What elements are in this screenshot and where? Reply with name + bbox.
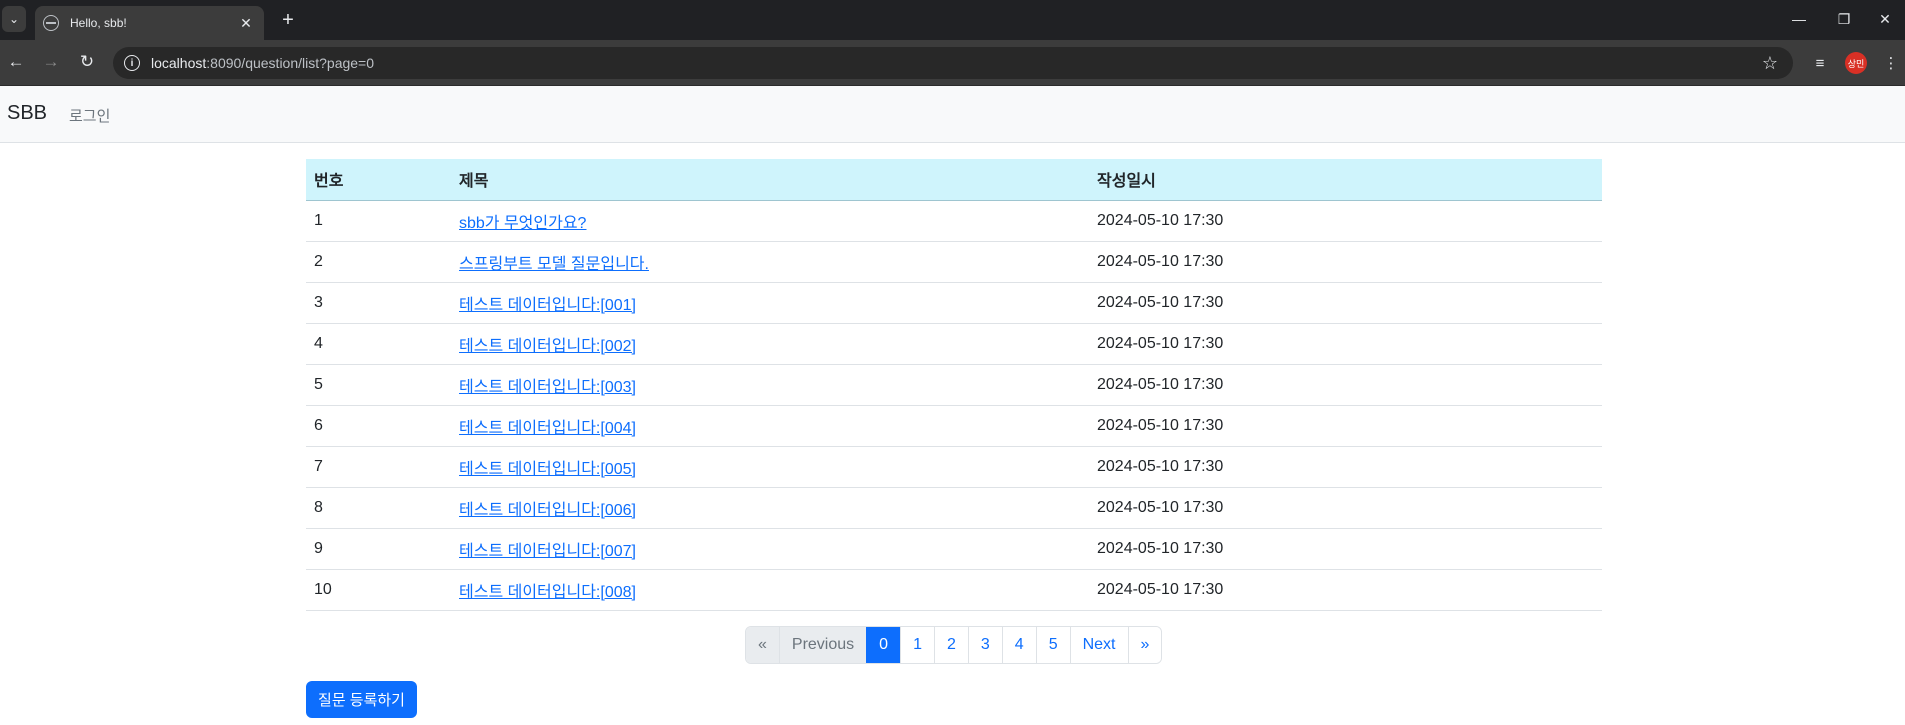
table-row: 10 테스트 데이터입니다:[008] 2024-05-10 17:30 xyxy=(306,569,1602,610)
table-row: 4 테스트 데이터입니다:[002] 2024-05-10 17:30 xyxy=(306,323,1602,364)
row-subject-cell: 테스트 데이터입니다:[004] xyxy=(451,405,1089,446)
site-info-icon[interactable]: i xyxy=(124,55,140,71)
question-link[interactable]: 테스트 데이터입니다:[007] xyxy=(459,543,636,560)
page-previous-button[interactable]: Previous xyxy=(778,627,867,663)
row-subject-cell: sbb가 무엇인가요? xyxy=(451,200,1089,241)
row-date: 2024-05-10 17:30 xyxy=(1097,539,1224,557)
reload-icon[interactable]: ↻ xyxy=(73,50,101,74)
page-2-button[interactable]: 2 xyxy=(933,627,968,663)
row-date: 2024-05-10 17:30 xyxy=(1097,416,1224,434)
row-date: 2024-05-10 17:30 xyxy=(1097,211,1224,229)
table-row: 7 테스트 데이터입니다:[005] 2024-05-10 17:30 xyxy=(306,446,1602,487)
row-number: 7 xyxy=(314,457,323,475)
browser-tabstrip: ⌄ Hello, sbb! ✕ + — ❐ ✕ xyxy=(0,0,1905,40)
tab-title: Hello, sbb! xyxy=(70,16,127,30)
page-5-button[interactable]: 5 xyxy=(1035,627,1070,663)
page-last-button[interactable]: » xyxy=(1127,627,1162,663)
table-row: 2 스프링부트 모델 질문입니다. 2024-05-10 17:30 xyxy=(306,241,1602,282)
table-header-row: 번호 제목 작성일시 xyxy=(306,159,1602,201)
page-3-button[interactable]: 3 xyxy=(967,627,1002,663)
url-text[interactable]: localhost:8090/question/list?page=0 xyxy=(151,55,1755,71)
question-table: 번호 제목 작성일시 1 sbb가 무엇인가요? 2024-05-10 17:3… xyxy=(306,159,1602,611)
table-row: 6 테스트 데이터입니다:[004] 2024-05-10 17:30 xyxy=(306,405,1602,446)
more-menu-icon[interactable]: ⋮ xyxy=(1880,52,1902,74)
window-close-icon[interactable]: ✕ xyxy=(1865,6,1905,32)
brand-link[interactable]: SBB xyxy=(7,102,47,125)
row-subject-cell: 테스트 데이터입니다:[003] xyxy=(451,364,1089,405)
navbar: SBB 로그인 xyxy=(0,86,1905,143)
question-link[interactable]: 테스트 데이터입니다:[005] xyxy=(459,461,636,478)
restore-icon[interactable]: ❐ xyxy=(1824,6,1864,32)
minimize-icon[interactable]: — xyxy=(1779,6,1819,32)
row-date: 2024-05-10 17:30 xyxy=(1097,580,1224,598)
row-subject-cell: 테스트 데이터입니다:[002] xyxy=(451,323,1089,364)
row-number: 10 xyxy=(314,580,332,598)
question-link[interactable]: 테스트 데이터입니다:[002] xyxy=(459,338,636,355)
new-tab-icon[interactable]: + xyxy=(276,8,300,32)
bookmark-star-icon[interactable]: ☆ xyxy=(1755,53,1785,74)
row-date: 2024-05-10 17:30 xyxy=(1097,293,1224,311)
question-link[interactable]: 테스트 데이터입니다:[008] xyxy=(459,584,636,601)
table-row: 1 sbb가 무엇인가요? 2024-05-10 17:30 xyxy=(306,200,1602,241)
browser-tab[interactable]: Hello, sbb! ✕ xyxy=(35,6,264,40)
table-row: 3 테스트 데이터입니다:[001] 2024-05-10 17:30 xyxy=(306,282,1602,323)
back-arrow-icon[interactable]: ← xyxy=(2,50,30,74)
browser-toolbar: ← → ↻ i localhost:8090/question/list?pag… xyxy=(0,40,1905,86)
header-created-date: 작성일시 xyxy=(1089,159,1602,201)
question-link[interactable]: 테스트 데이터입니다:[006] xyxy=(459,502,636,519)
header-number: 번호 xyxy=(306,159,451,201)
row-number: 2 xyxy=(314,252,323,270)
question-link[interactable]: 테스트 데이터입니다:[003] xyxy=(459,379,636,396)
question-link[interactable]: 테스트 데이터입니다:[001] xyxy=(459,297,636,314)
row-number: 8 xyxy=(314,498,323,516)
row-date: 2024-05-10 17:30 xyxy=(1097,252,1224,270)
row-number: 3 xyxy=(314,293,323,311)
row-number: 1 xyxy=(314,211,323,229)
question-link[interactable]: sbb가 무엇인가요? xyxy=(459,215,586,232)
tab-search-chevron-icon[interactable]: ⌄ xyxy=(2,6,26,32)
page-next-button[interactable]: Next xyxy=(1069,627,1128,663)
create-question-button[interactable]: 질문 등록하기 xyxy=(306,681,417,718)
forward-arrow-icon[interactable]: → xyxy=(37,50,65,74)
table-row: 8 테스트 데이터입니다:[006] 2024-05-10 17:30 xyxy=(306,487,1602,528)
row-number: 6 xyxy=(314,416,323,434)
page-4-button[interactable]: 4 xyxy=(1001,627,1036,663)
address-bar[interactable]: i localhost:8090/question/list?page=0 ☆ xyxy=(113,47,1793,79)
row-subject-cell: 테스트 데이터입니다:[005] xyxy=(451,446,1089,487)
globe-icon xyxy=(43,15,59,31)
row-number: 9 xyxy=(314,539,323,557)
table-row: 9 테스트 데이터입니다:[007] 2024-05-10 17:30 xyxy=(306,528,1602,569)
row-subject-cell: 스프링부트 모델 질문입니다. xyxy=(451,241,1089,282)
row-date: 2024-05-10 17:30 xyxy=(1097,457,1224,475)
row-number: 5 xyxy=(314,375,323,393)
row-date: 2024-05-10 17:30 xyxy=(1097,498,1224,516)
close-icon[interactable]: ✕ xyxy=(236,13,256,33)
profile-avatar[interactable]: 상민 xyxy=(1845,52,1867,74)
page-1-button[interactable]: 1 xyxy=(900,627,934,663)
row-subject-cell: 테스트 데이터입니다:[001] xyxy=(451,282,1089,323)
pagination: « Previous 0 1 2 3 4 5 Next » xyxy=(745,626,1163,664)
page-first-button[interactable]: « xyxy=(746,627,779,663)
table-row: 5 테스트 데이터입니다:[003] 2024-05-10 17:30 xyxy=(306,364,1602,405)
row-subject-cell: 테스트 데이터입니다:[008] xyxy=(451,569,1089,610)
question-table-container: 번호 제목 작성일시 1 sbb가 무엇인가요? 2024-05-10 17:3… xyxy=(306,159,1602,611)
media-queue-icon[interactable]: ≡ xyxy=(1809,52,1831,74)
row-subject-cell: 테스트 데이터입니다:[006] xyxy=(451,487,1089,528)
row-date: 2024-05-10 17:30 xyxy=(1097,375,1224,393)
row-subject-cell: 테스트 데이터입니다:[007] xyxy=(451,528,1089,569)
header-subject: 제목 xyxy=(451,159,1089,201)
page-0-button[interactable]: 0 xyxy=(866,627,901,663)
login-link[interactable]: 로그인 xyxy=(69,105,110,126)
question-link[interactable]: 스프링부트 모델 질문입니다. xyxy=(459,256,649,273)
row-date: 2024-05-10 17:30 xyxy=(1097,334,1224,352)
row-number: 4 xyxy=(314,334,323,352)
question-link[interactable]: 테스트 데이터입니다:[004] xyxy=(459,420,636,437)
